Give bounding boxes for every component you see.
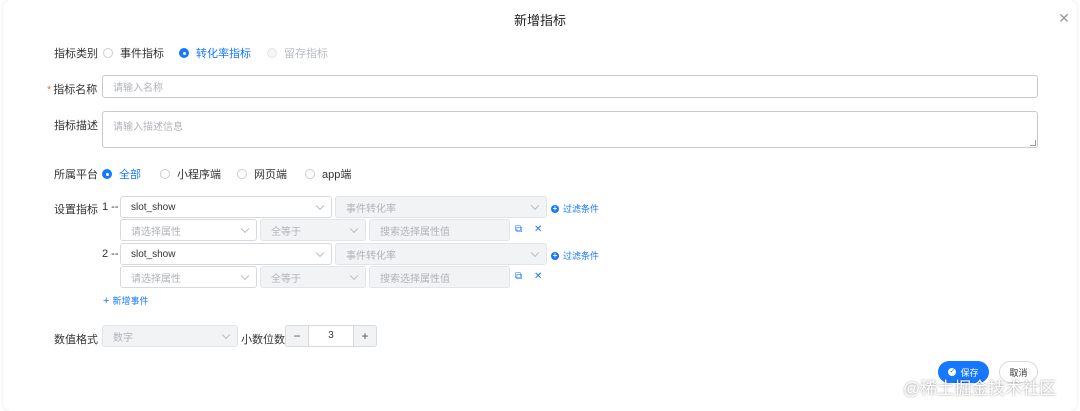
event-select[interactable]: slot_show	[120, 196, 332, 218]
add-filter-link[interactable]: + 过滤条件	[551, 249, 599, 262]
chevron-down-icon	[240, 271, 250, 281]
chevron-down-icon	[349, 271, 359, 281]
radio-platform-miniprogram[interactable]: 小程序端	[160, 166, 221, 182]
chevron-down-icon	[315, 201, 325, 211]
metrics-label: 设置指标	[54, 204, 98, 216]
operator-select[interactable]: 全等于	[260, 219, 366, 241]
attribute-select[interactable]: 请选择属性	[120, 266, 257, 288]
metric-index: 1 --	[102, 201, 119, 213]
operator-select[interactable]: 全等于	[260, 266, 366, 288]
type-label: 指标类别	[54, 48, 98, 60]
platform-label: 所属平台	[54, 169, 98, 181]
plus-icon: +	[103, 294, 110, 307]
attribute-value-input[interactable]: 搜索选择属性值	[369, 219, 510, 241]
value-format-select[interactable]: 数字	[102, 325, 238, 347]
chevron-down-icon	[530, 201, 540, 211]
resize-handle-icon[interactable]	[1030, 140, 1036, 146]
close-icon[interactable]: ✕	[1056, 10, 1072, 26]
calc-type-select[interactable]: 事件转化率	[335, 196, 547, 218]
decimal-value[interactable]: 3	[308, 326, 354, 346]
desc-label: 指标描述	[54, 120, 98, 132]
name-input[interactable]: 请输入名称	[102, 75, 1038, 98]
radio-checked-icon	[179, 48, 189, 58]
radio-checked-icon	[102, 169, 112, 179]
chevron-down-icon	[240, 224, 250, 234]
chevron-down-icon	[315, 248, 325, 258]
decimal-label: 小数位数	[241, 334, 285, 346]
chevron-down-icon	[221, 330, 231, 340]
attribute-value-input[interactable]: 搜索选择属性值	[369, 266, 510, 288]
delete-icon[interactable]: ✕	[534, 224, 542, 236]
format-label: 数值格式	[54, 334, 98, 346]
radio-circle-icon	[237, 169, 247, 179]
radio-circle-icon	[103, 48, 113, 58]
event-select[interactable]: slot_show	[120, 243, 332, 265]
delete-icon[interactable]: ✕	[534, 271, 542, 283]
copy-icon[interactable]: ⧉	[515, 224, 522, 236]
watermark: @稀土掘金技术社区	[903, 379, 1057, 398]
minus-button[interactable]: −	[286, 326, 308, 346]
radio-retention-metric[interactable]: 留存指标	[267, 45, 328, 61]
add-event-link[interactable]: + 新增事件	[103, 294, 148, 307]
dialog-title: 新增指标	[513, 13, 566, 28]
chevron-down-icon	[349, 224, 359, 234]
metric-index: 2 --	[102, 248, 119, 260]
copy-icon[interactable]: ⧉	[515, 271, 522, 283]
plus-circle-icon: +	[551, 250, 559, 260]
radio-circle-icon	[160, 169, 170, 179]
desc-textarea[interactable]: 请输入描述信息	[102, 111, 1038, 148]
calc-type-select[interactable]: 事件转化率	[335, 243, 547, 265]
radio-circle-icon	[305, 169, 315, 179]
decimal-stepper[interactable]: − 3 +	[285, 325, 377, 347]
add-filter-link[interactable]: + 过滤条件	[551, 202, 599, 215]
plus-circle-icon: +	[551, 203, 559, 213]
plus-button[interactable]: +	[354, 326, 376, 346]
name-label: * 指标名称	[47, 84, 98, 96]
required-mark: *	[47, 84, 52, 96]
radio-platform-all[interactable]: 全部	[102, 166, 141, 182]
radio-event-metric[interactable]: 事件指标	[103, 45, 164, 61]
attribute-select[interactable]: 请选择属性	[120, 219, 257, 241]
radio-circle-icon	[267, 48, 277, 58]
chevron-down-icon	[530, 248, 540, 258]
radio-platform-web[interactable]: 网页端	[237, 166, 287, 182]
radio-platform-app[interactable]: app端	[305, 166, 351, 182]
radio-conversion-metric[interactable]: 转化率指标	[179, 45, 251, 61]
